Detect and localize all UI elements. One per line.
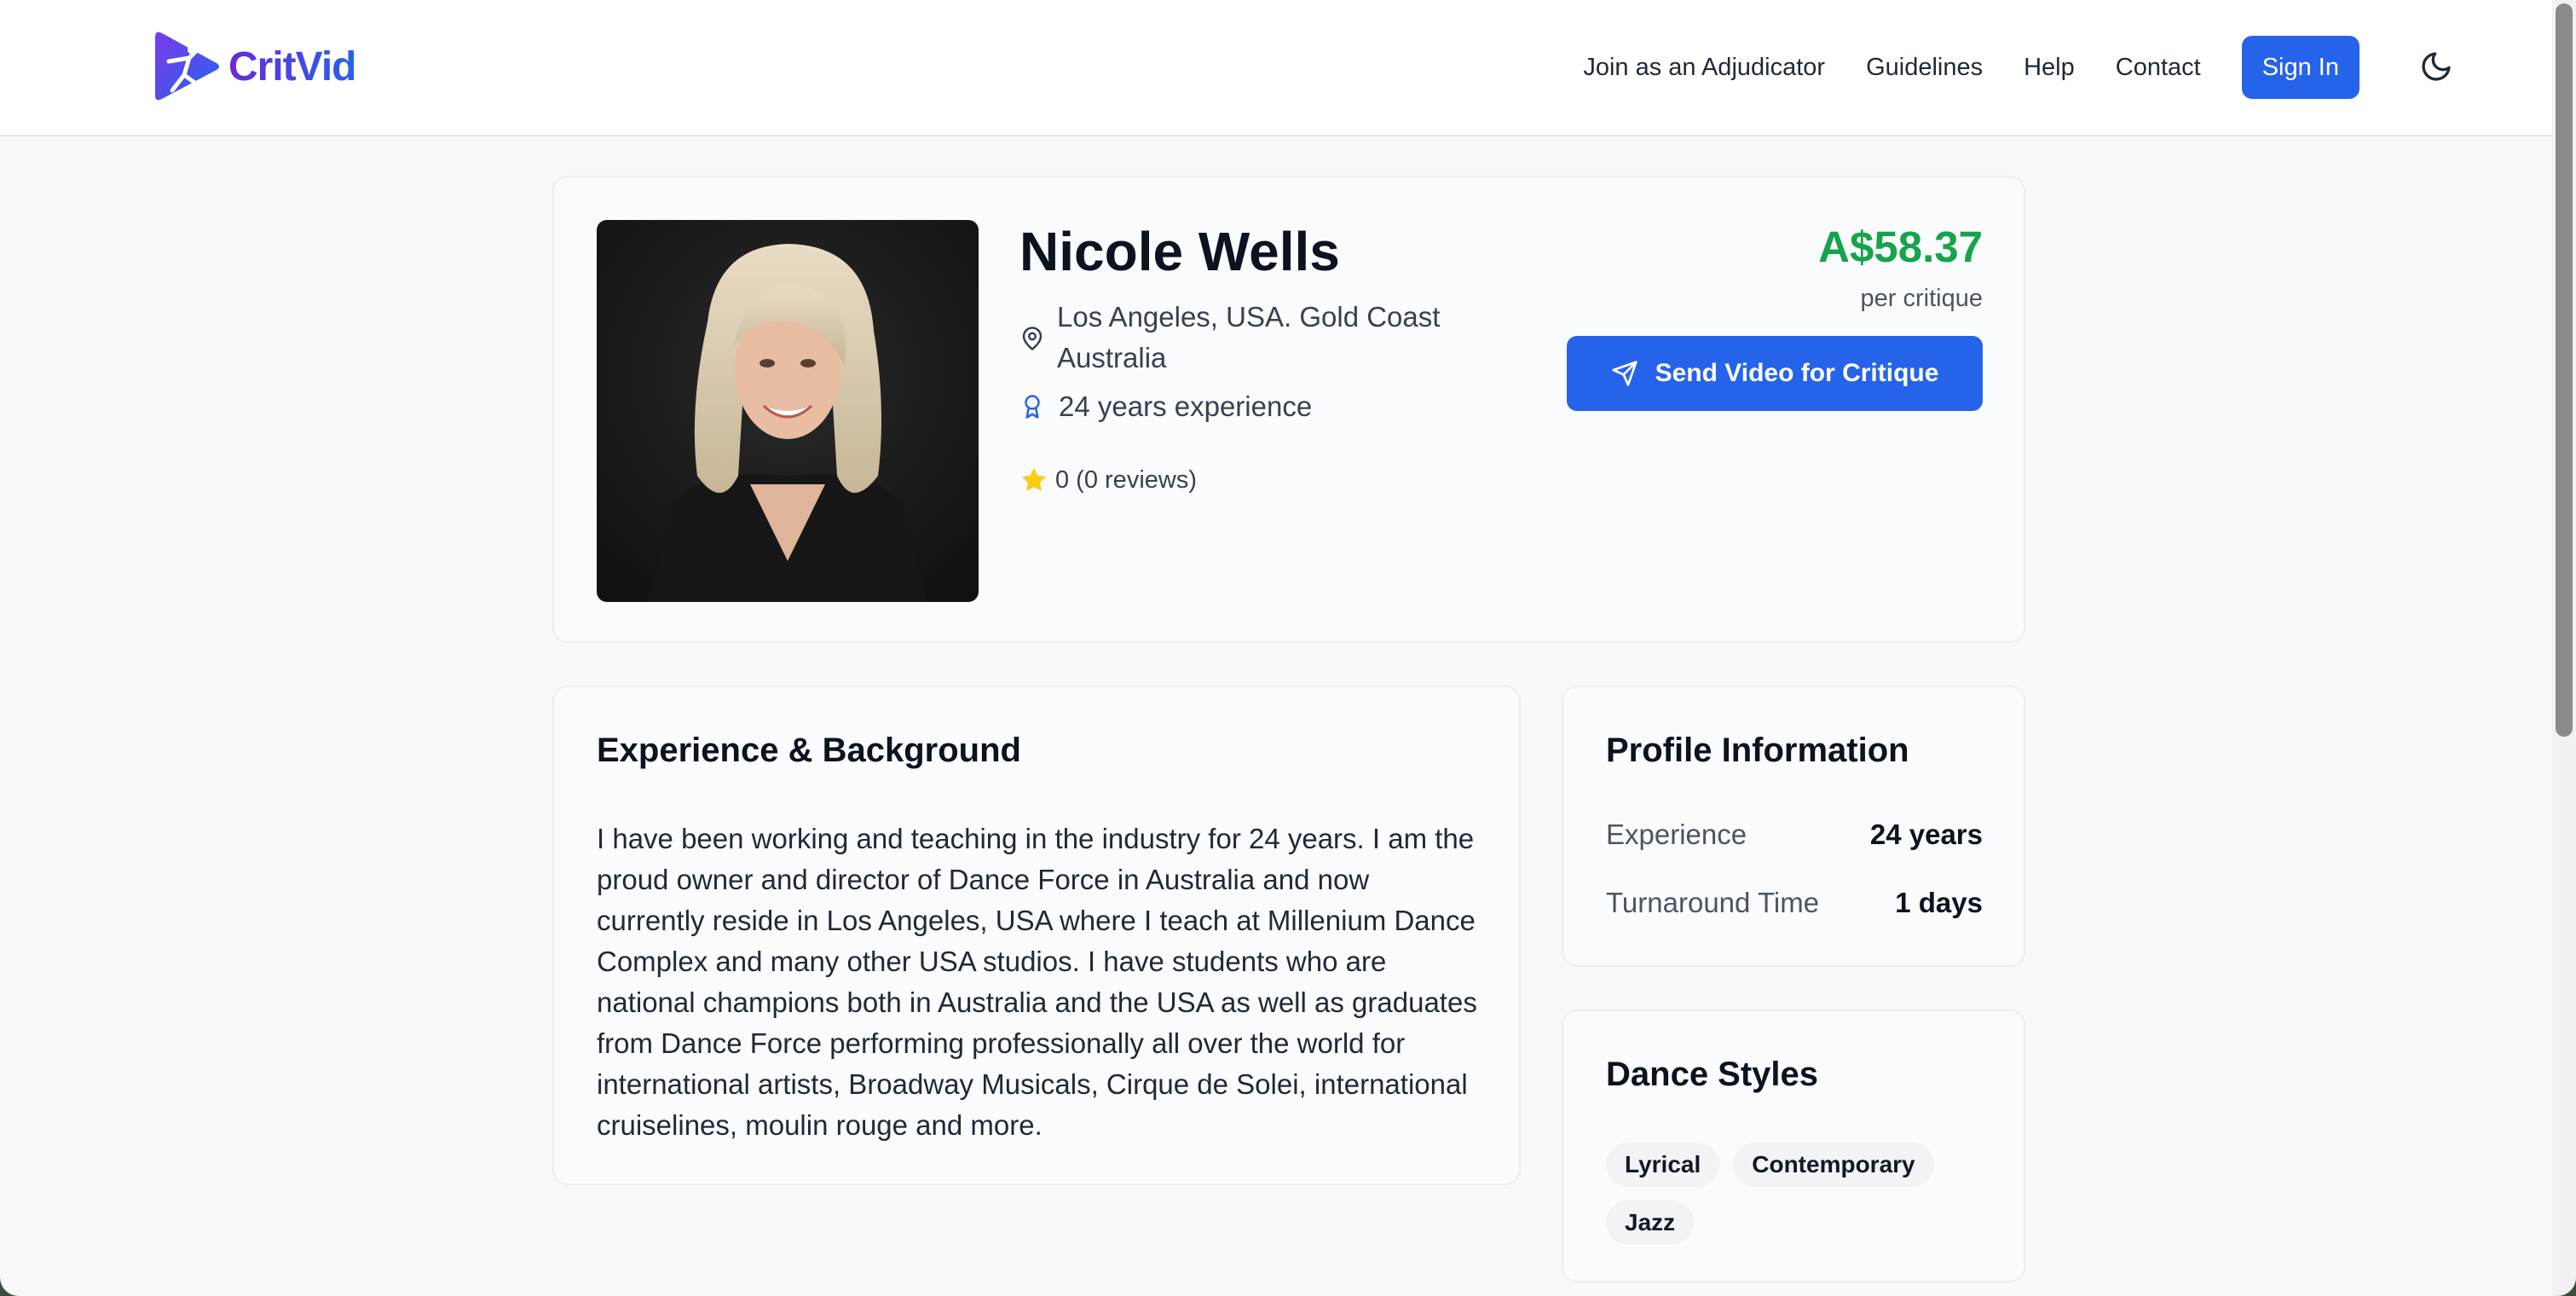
award-icon [1025, 395, 1040, 419]
rating: 0 (0 reviews) [1019, 466, 1197, 495]
info-row-turnaround: Turnaround Time 1 days [1606, 887, 1983, 919]
brand-logo[interactable]: CritVid [152, 27, 356, 106]
experience-bio: I have been working and teaching in the … [597, 823, 1477, 1141]
profile-info-title: Profile Information [1606, 732, 1909, 769]
nav-help[interactable]: Help [2024, 36, 2075, 99]
experience-summary: 24 years experience [1019, 391, 1312, 423]
brand-name: CritVid [228, 43, 356, 90]
style-tag-contemporary: Contemporary [1733, 1143, 1934, 1187]
nav-contact[interactable]: Contact [2116, 36, 2201, 99]
sign-in-button[interactable]: Sign In [2241, 36, 2359, 99]
experience-text: 24 years experience [1059, 391, 1313, 422]
nav-join-adjudicator[interactable]: Join as an Adjudicator [1583, 36, 1825, 99]
send-video-label: Send Video for Critique [1655, 359, 1939, 387]
browser-window: CritVid Join as an Adjudicator Guideline… [0, 0, 2576, 1296]
style-tag-jazz: Jazz [1606, 1201, 1695, 1245]
adjudicator-name: Nicole Wells [1019, 221, 1340, 282]
send-video-button[interactable]: Send Video for Critique [1567, 336, 1983, 411]
main-nav: Join as an Adjudicator Guidelines Help C… [1583, 36, 2359, 99]
dance-styles-title: Dance Styles [1606, 1056, 1819, 1093]
star-icon [1021, 467, 1047, 491]
info-value: 24 years [1869, 819, 1983, 850]
map-pin-icon [1022, 327, 1043, 350]
adjudicator-photo [597, 220, 979, 602]
info-label: Turnaround Time [1606, 887, 1820, 918]
profile-info-card: Profile Information Experience 24 years … [1562, 686, 2025, 967]
scrollbar-thumb[interactable] [2556, 3, 2573, 737]
nav-guidelines[interactable]: Guidelines [1866, 36, 1983, 99]
info-label: Experience [1606, 819, 1747, 850]
moon-icon[interactable] [2419, 49, 2453, 84]
info-value: 1 days [1895, 887, 1983, 918]
brand-logo-icon [155, 32, 219, 101]
dance-style-tags: Lyrical Contemporary Jazz [1606, 1143, 1998, 1258]
location-text: Los Angeles, USA. Gold Coast Australia [1057, 301, 1441, 373]
price-unit: per critique [1860, 285, 1983, 312]
dance-styles-card: Dance Styles Lyrical Contemporary Jazz [1562, 1010, 2025, 1282]
critique-price: A$58.37 [1818, 223, 1983, 271]
send-icon [1611, 361, 1637, 386]
experience-card: Experience & Background I have been work… [552, 686, 1521, 1185]
style-tag-lyrical: Lyrical [1606, 1143, 1720, 1187]
experience-title: Experience & Background [597, 732, 1021, 769]
page-scrollbar[interactable] [2552, 0, 2576, 1296]
profile-card: Nicole Wells Los Angeles, USA. Gold Coas… [552, 176, 2025, 643]
site-header: CritVid Join as an Adjudicator Guideline… [0, 0, 2552, 136]
info-row-experience: Experience 24 years [1606, 819, 1983, 851]
rating-text: 0 (0 reviews) [1055, 466, 1197, 494]
location: Los Angeles, USA. Gold Coast Australia [1019, 297, 1531, 379]
